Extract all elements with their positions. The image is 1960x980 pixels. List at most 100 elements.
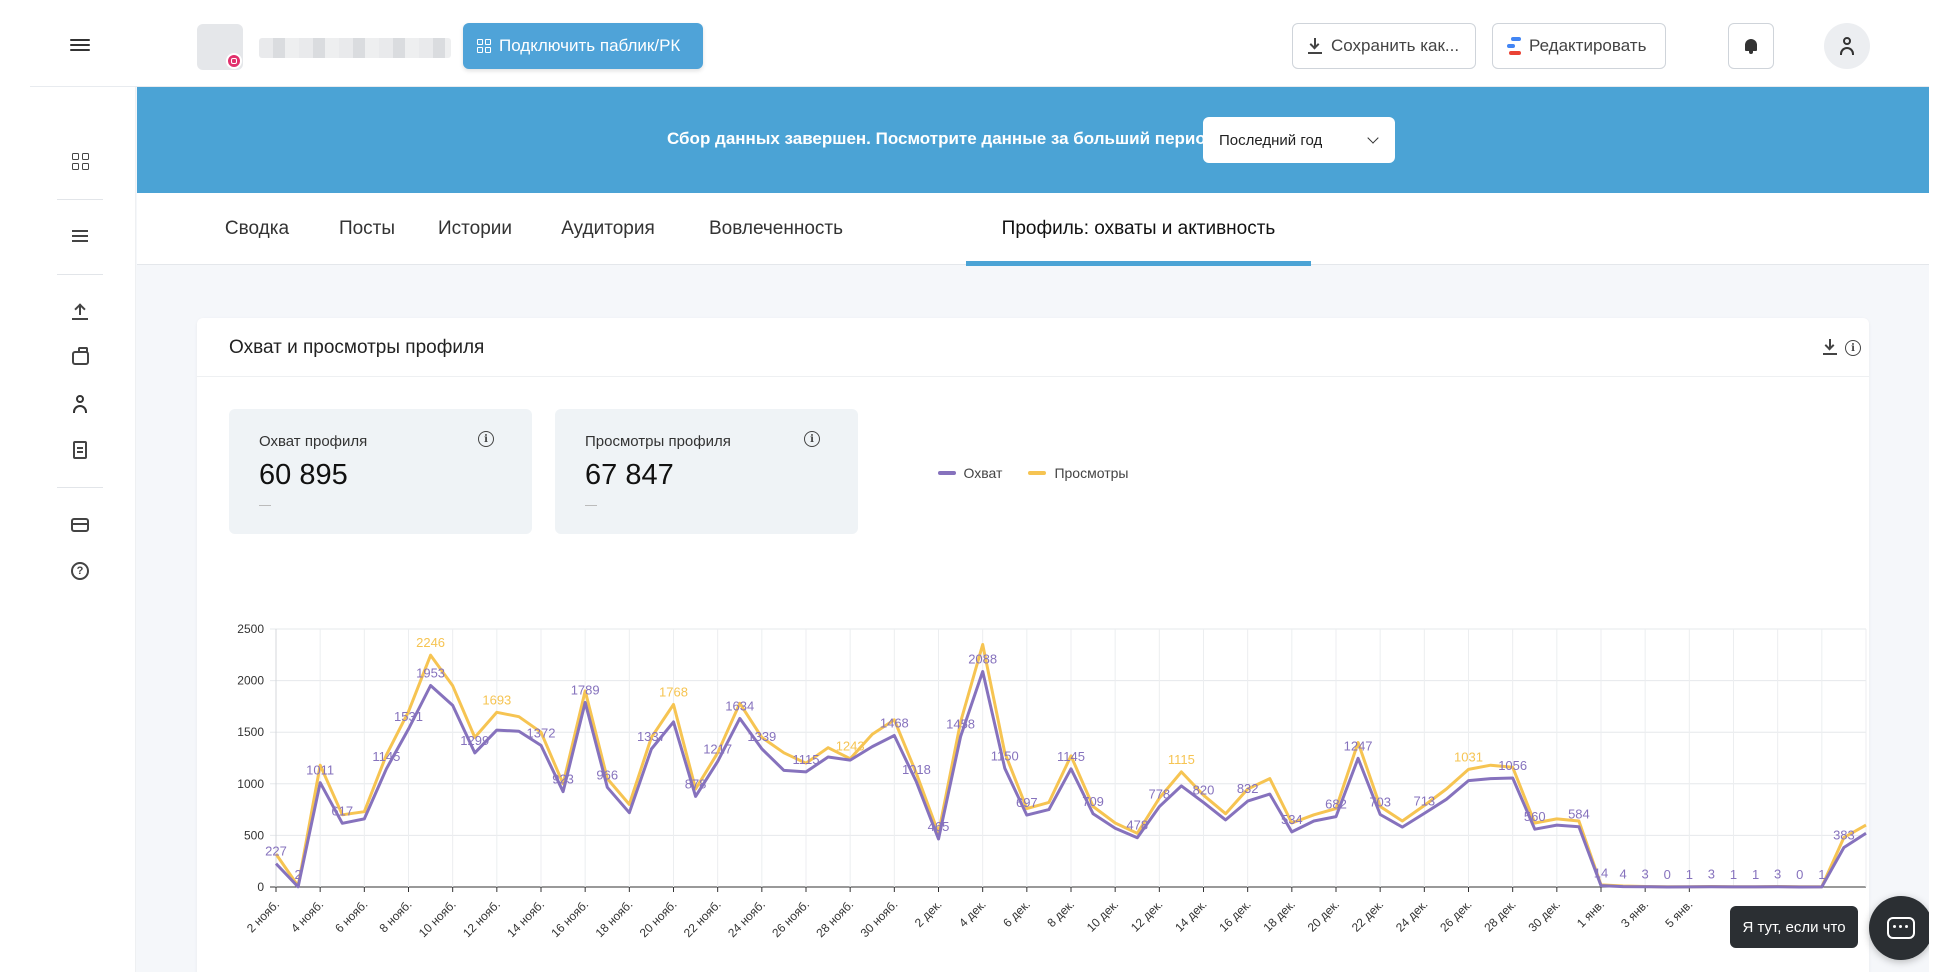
grid-icon	[477, 39, 491, 53]
save-as-label: Сохранить как...	[1331, 36, 1460, 55]
data-label: 1145	[1057, 749, 1085, 764]
x-tick-label: 8 дек.	[1044, 897, 1077, 930]
sidebar-divider	[57, 487, 103, 488]
data-label: 478	[1126, 818, 1148, 833]
menu-icon[interactable]	[70, 36, 90, 54]
x-tick-label: 1 янв.	[1574, 897, 1607, 930]
tab-posts[interactable]: Посты	[317, 193, 417, 265]
data-label: 713	[1413, 793, 1435, 808]
x-tick-label: 6 нояб.	[332, 897, 370, 935]
x-tick-label: 14 дек.	[1172, 897, 1209, 934]
x-tick-label: 20 нояб.	[637, 897, 680, 940]
upload-icon[interactable]	[70, 302, 90, 322]
sidebar-divider	[57, 274, 103, 275]
tab-summary[interactable]: Сводка	[197, 193, 317, 265]
x-tick-label: 20 дек.	[1305, 897, 1342, 934]
briefcase-icon[interactable]	[70, 347, 90, 368]
x-tick-label: 4 нояб.	[288, 897, 326, 935]
x-tick-label: 4 дек.	[956, 897, 989, 930]
connect-button-label: Подключить паблик/РК	[499, 36, 681, 55]
help-icon[interactable]: ?	[70, 561, 90, 581]
banner-text: Сбор данных завершен. Посмотрите данные …	[667, 129, 1217, 148]
data-label: 1018	[902, 762, 931, 777]
data-label: 1115	[1168, 752, 1195, 767]
y-tick-label: 2000	[237, 674, 264, 688]
x-tick-label: 3 янв.	[1618, 897, 1651, 930]
data-label: 1468	[880, 716, 909, 731]
reach-card: Охват и просмотры профиля i Охват профил…	[197, 318, 1869, 972]
receipt-icon[interactable]	[70, 440, 90, 460]
tab-engagement[interactable]: Вовлеченность	[683, 193, 869, 265]
data-label: 2088	[968, 652, 997, 667]
data-label: 2246	[416, 635, 445, 650]
chevron-down-icon	[1367, 132, 1379, 144]
list-icon[interactable]	[70, 226, 90, 246]
profile-button[interactable]	[1824, 23, 1870, 69]
edit-button[interactable]: Редактировать	[1492, 23, 1666, 69]
data-label: 1768	[659, 685, 688, 700]
data-label: 1247	[1344, 738, 1373, 753]
x-tick-label: 5 янв.	[1662, 897, 1695, 930]
x-tick-label: 18 нояб.	[593, 897, 636, 940]
tab-audience[interactable]: Аудитория	[533, 193, 683, 265]
instagram-icon	[226, 53, 242, 69]
x-tick-label: 30 дек.	[1526, 897, 1563, 934]
data-label: 3	[1774, 867, 1781, 882]
user-icon[interactable]	[70, 394, 90, 414]
data-label: 617	[331, 803, 353, 818]
data-label: 1458	[946, 717, 975, 732]
chat-tooltip: Я тут, если что	[1730, 906, 1858, 948]
notifications-button[interactable]	[1728, 23, 1774, 69]
y-tick-label: 500	[244, 828, 264, 842]
data-label: 1031	[1454, 749, 1483, 764]
account-name-blurred[interactable]	[259, 38, 451, 58]
app-window: Подключить паблик/РК Сохранить как... Ре…	[30, 8, 1929, 972]
data-label: 878	[685, 776, 707, 791]
dashboard-grid-icon[interactable]	[70, 151, 90, 171]
x-tick-label: 16 дек.	[1216, 897, 1253, 934]
data-label: 3	[1642, 867, 1649, 882]
data-label: 3	[1708, 867, 1715, 882]
period-select-value: Последний год	[1219, 131, 1323, 149]
x-tick-label: 30 нояб.	[858, 897, 901, 940]
x-tick-label: 18 дек.	[1261, 897, 1298, 934]
x-tick-label: 26 нояб.	[769, 897, 812, 940]
data-label: 1634	[725, 698, 754, 713]
data-label: 560	[1524, 809, 1546, 824]
chat-button[interactable]	[1869, 896, 1929, 960]
data-label: 1299	[460, 733, 489, 748]
data-label: 820	[1193, 782, 1215, 797]
data-label: 1339	[747, 729, 776, 744]
sidebar-divider	[57, 199, 103, 200]
data-label: 1789	[571, 682, 600, 697]
data-label: 1531	[394, 709, 423, 724]
tab-profile-reach[interactable]: Профиль: охваты и активность	[966, 193, 1311, 266]
data-label: 697	[1016, 795, 1038, 810]
connect-public-button[interactable]: Подключить паблик/РК	[463, 23, 703, 69]
x-tick-label: 6 дек.	[1000, 897, 1033, 930]
x-tick-label: 2 дек.	[912, 897, 945, 930]
x-tick-label: 26 дек.	[1437, 897, 1474, 934]
card-icon[interactable]	[70, 515, 90, 535]
data-label: 1150	[991, 748, 1019, 763]
x-tick-label: 12 нояб.	[460, 897, 503, 940]
data-label: 1	[1752, 867, 1759, 882]
x-tick-label: 12 дек.	[1128, 897, 1165, 934]
data-label: 227	[265, 844, 287, 859]
data-label: 923	[552, 772, 574, 787]
period-select[interactable]: Последний год	[1203, 117, 1395, 163]
sidebar: ?	[30, 87, 136, 972]
data-label: 778	[1148, 787, 1170, 802]
data-collection-banner: Сбор данных завершен. Посмотрите данные …	[137, 87, 1929, 193]
y-tick-label: 1000	[237, 777, 264, 791]
data-label: 1953	[416, 665, 445, 680]
data-label: 1	[1730, 867, 1737, 882]
edit-icon	[1507, 37, 1521, 55]
tab-stories[interactable]: Истории	[417, 193, 533, 265]
top-bar: Подключить паблик/РК Сохранить как... Ре…	[30, 8, 1929, 87]
data-label: 703	[1369, 794, 1391, 809]
edit-label: Редактировать	[1529, 36, 1647, 55]
save-as-button[interactable]: Сохранить как...	[1292, 23, 1476, 69]
data-label: 1011	[306, 763, 334, 778]
data-label: 709	[1082, 794, 1104, 809]
